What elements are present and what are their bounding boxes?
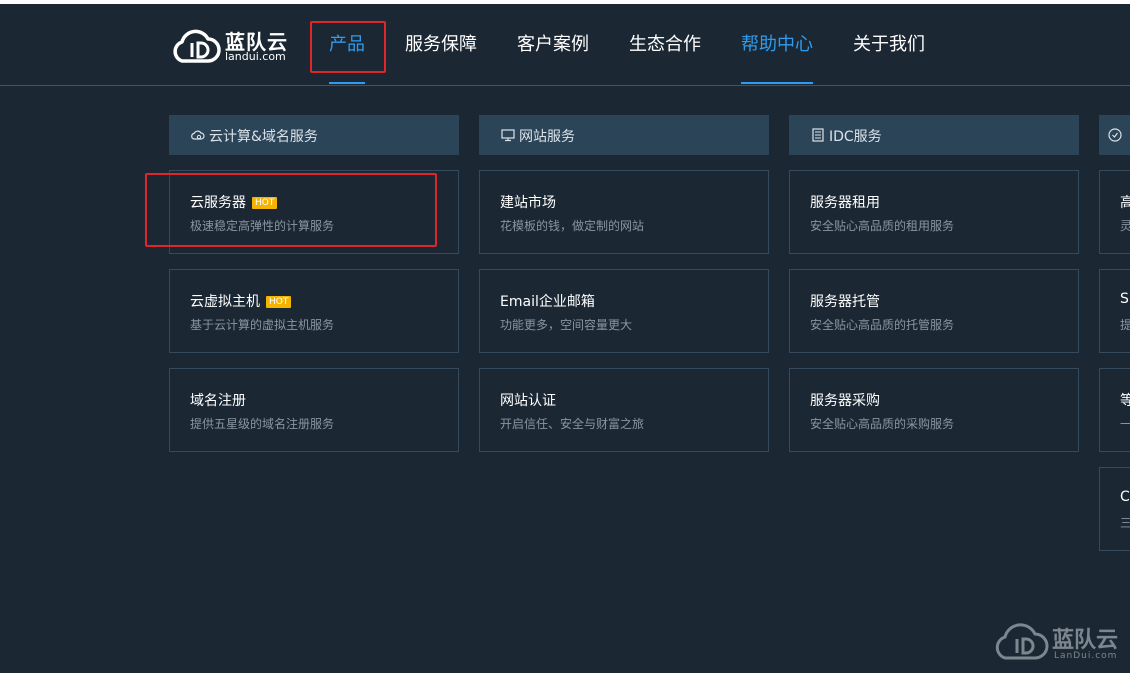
product-card-server-hosting[interactable]: 服务器托管 安全贴心高品质的托管服务 <box>789 269 1079 353</box>
column-header-idc: IDC服务 <box>789 115 1079 155</box>
card-description: 三 <box>1120 514 1130 531</box>
column-title: 云计算&域名服务 <box>209 129 318 145</box>
nav-item-products[interactable]: 产品 <box>329 30 365 84</box>
card-title: 高 <box>1120 192 1130 212</box>
nav-active-underline <box>741 82 813 84</box>
product-card-enterprise-email[interactable]: Email企业邮箱 功能更多，空间容量更大 <box>479 269 769 353</box>
hot-badge: HOT <box>266 296 292 308</box>
product-card-virtual-host[interactable]: 云虚拟主机 HOT 基于云计算的虚拟主机服务 <box>169 269 459 353</box>
card-description: 安全贴心高品质的采购服务 <box>810 417 955 431</box>
brand-domain: landui.com <box>225 50 286 63</box>
card-title: 域名注册 <box>190 393 246 409</box>
nav-item-about-us[interactable]: 关于我们 <box>853 30 925 84</box>
card-title: 服务器采购 <box>810 393 880 409</box>
product-card-partial[interactable]: C 三 <box>1099 467 1130 551</box>
product-card-server-purchase[interactable]: 服务器采购 安全贴心高品质的采购服务 <box>789 368 1079 452</box>
card-description: 基于云计算的虚拟主机服务 <box>190 318 335 332</box>
product-card-partial[interactable]: 等 一 <box>1099 368 1130 452</box>
card-description: 一 <box>1120 415 1130 432</box>
card-description: 极速稳定高弹性的计算服务 <box>190 219 335 233</box>
card-description: 功能更多，空间容量更大 <box>500 318 633 332</box>
nav-active-underline <box>329 82 365 84</box>
card-title: 云虚拟主机 <box>190 294 260 310</box>
product-card-server-rental[interactable]: 服务器租用 安全贴心高品质的租用服务 <box>789 170 1079 254</box>
card-title: 云服务器 <box>190 195 246 211</box>
product-card-cloud-server[interactable]: 云服务器 HOT 极速稳定高弹性的计算服务 <box>169 170 459 254</box>
nav-label: 服务保障 <box>405 34 477 55</box>
product-card-site-verification[interactable]: 网站认证 开启信任、安全与财富之旅 <box>479 368 769 452</box>
product-card-partial[interactable]: S 提 <box>1099 269 1130 353</box>
brand-watermark: 蓝队云 LanDui.com <box>990 618 1120 666</box>
server-doc-icon <box>812 128 824 142</box>
card-title: S <box>1120 291 1129 307</box>
cloud-logo-icon <box>995 623 1049 660</box>
nav-label: 生态合作 <box>629 34 701 55</box>
card-description: 安全贴心高品质的租用服务 <box>810 219 955 233</box>
card-description: 开启信任、安全与财富之旅 <box>500 417 645 431</box>
nav-item-help-center[interactable]: 帮助中心 <box>741 30 813 84</box>
card-title: 等 <box>1120 390 1130 410</box>
card-description: 安全贴心高品质的托管服务 <box>810 318 955 332</box>
column-header-partial <box>1099 115 1130 155</box>
nav-label: 关于我们 <box>853 34 925 55</box>
column-header-website: 网站服务 <box>479 115 769 155</box>
card-title: 服务器托管 <box>810 294 880 310</box>
column-title: IDC服务 <box>829 129 882 145</box>
card-title: Email企业邮箱 <box>500 294 595 310</box>
column-title: 网站服务 <box>519 129 575 145</box>
product-card-site-market[interactable]: 建站市场 花模板的钱，做定制的网站 <box>479 170 769 254</box>
card-description: 提供五星级的域名注册服务 <box>190 417 335 431</box>
product-card-partial[interactable]: 高 灵 <box>1099 170 1130 254</box>
product-card-domain-registration[interactable]: 域名注册 提供五星级的域名注册服务 <box>169 368 459 452</box>
nav-label: 帮助中心 <box>741 34 813 55</box>
nav-item-ecosystem[interactable]: 生态合作 <box>629 30 701 84</box>
nav-item-customer-cases[interactable]: 客户案例 <box>517 30 589 84</box>
monitor-icon <box>501 129 515 142</box>
card-title: 网站认证 <box>500 393 556 409</box>
card-title: 服务器租用 <box>810 195 880 211</box>
shield-icon <box>1108 128 1122 142</box>
card-description: 花模板的钱，做定制的网站 <box>500 219 645 233</box>
nav-label: 客户案例 <box>517 34 589 55</box>
cloud-logo-icon <box>173 29 221 63</box>
site-header: 蓝队云 landui.com 产品 服务保障 客户案例 生态合作 帮助中心 关于… <box>0 4 1130 86</box>
card-title: C <box>1120 489 1130 505</box>
card-description: 提 <box>1120 316 1130 333</box>
column-header-cloud: 云计算&域名服务 <box>169 115 459 155</box>
watermark-domain: LanDui.com <box>1054 651 1118 661</box>
card-title: 建站市场 <box>500 195 556 211</box>
watermark-name: 蓝队云 <box>1052 628 1119 653</box>
card-description: 灵 <box>1120 217 1130 234</box>
cloud-gear-icon <box>191 130 205 140</box>
nav-item-service-guarantee[interactable]: 服务保障 <box>405 30 477 84</box>
hot-badge: HOT <box>252 197 278 209</box>
nav-label: 产品 <box>329 34 365 55</box>
